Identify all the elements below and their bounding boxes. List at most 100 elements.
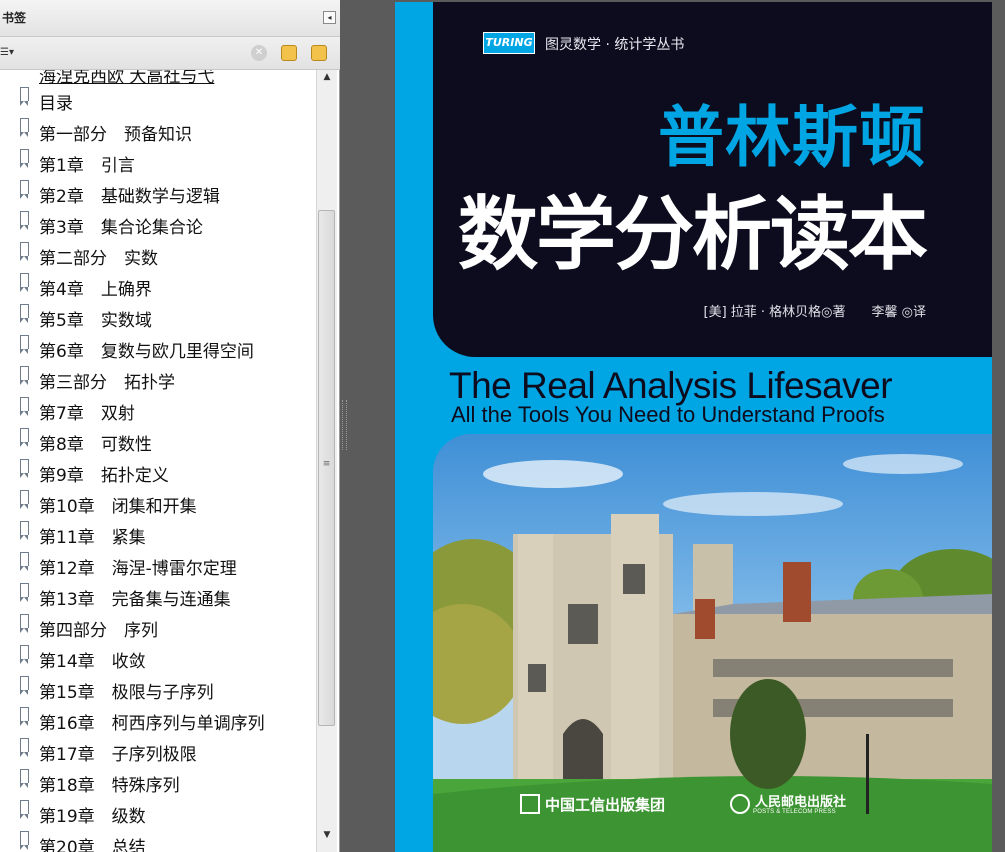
bookmark-label: 第6章 复数与欧几里得空间 xyxy=(39,342,254,362)
bookmark-icon xyxy=(20,707,29,726)
bookmark-label: 第二部分 实数 xyxy=(39,249,158,269)
bookmark-item[interactable]: 第1章 引言 xyxy=(0,147,316,178)
bookmark-item[interactable]: 第5章 实数域 xyxy=(0,302,316,333)
bookmark-icon xyxy=(20,738,29,757)
bookmark-label: 第4章 上确界 xyxy=(39,280,152,300)
options-menu-button[interactable]: ☰▾ xyxy=(0,46,22,60)
bookmark-icon xyxy=(20,521,29,540)
bookmark-label: 第5章 实数域 xyxy=(39,311,152,331)
grip-icon: ≡ xyxy=(322,459,331,469)
bookmark-icon xyxy=(20,583,29,602)
bookmark-icon xyxy=(20,366,29,385)
panel-header: 书签 ◂ xyxy=(0,0,340,37)
bookmark-label: 第8章 可数性 xyxy=(39,435,152,455)
bookmark-icon xyxy=(20,273,29,292)
bookmark-item[interactable]: 第19章 级数 xyxy=(0,798,316,829)
bookmark-icon xyxy=(20,552,29,571)
bookmark-label: 第三部分 拓扑学 xyxy=(39,373,175,393)
bookmark-label: 第2章 基础数学与逻辑 xyxy=(39,187,220,207)
bookmark-icon xyxy=(20,180,29,199)
campus-photo xyxy=(433,434,992,852)
bookmarks-panel: 书签 ◂ ☰▾ ✕ 海涅克西欧 大高社与弋 目录 第一部分 预备知识 第1章 引言第… xyxy=(0,0,340,852)
bookmark-label: 第一部分 预备知识 xyxy=(39,125,192,145)
bookmark-item[interactable]: 第一部分 预备知识 xyxy=(0,116,316,147)
splitter-grip-icon xyxy=(342,400,347,450)
bookmark-item[interactable]: 第15章 极限与子序列 xyxy=(0,674,316,705)
series-name: 图灵数学 · 统计学丛书 xyxy=(545,37,685,53)
document-page: TURING 图灵数学 · 统计学丛书 普林斯顿 数学分析读本 [美] 拉菲 ·… xyxy=(395,2,992,852)
bookmark-label: 第11章 紧集 xyxy=(39,528,146,548)
bookmark-label: 第16章 柯西序列与单调序列 xyxy=(39,714,265,734)
panel-title: 书签 xyxy=(2,11,27,25)
bookmark-icon xyxy=(20,87,29,106)
bookmark-icon xyxy=(20,118,29,137)
ptpress-logo-icon xyxy=(730,794,750,814)
bookmark-label: 第四部分 序列 xyxy=(39,621,158,641)
bookmark-icon xyxy=(20,459,29,478)
bookmark-icon xyxy=(20,800,29,819)
bookmark-icon xyxy=(20,831,29,850)
bookmark-label: 目录 xyxy=(39,94,73,114)
bookmark-icon xyxy=(20,335,29,354)
bookmark-label: 第7章 双射 xyxy=(39,404,135,424)
english-title: The Real Analysis Lifesaver xyxy=(449,365,893,406)
bookmark-label: 第9章 拓扑定义 xyxy=(39,466,169,486)
scroll-up-arrow-icon[interactable]: ▲ xyxy=(317,72,337,88)
bookmark-label: 第19章 级数 xyxy=(39,807,146,827)
bookmark-label: 第18章 特殊序列 xyxy=(39,776,180,796)
delete-icon[interactable]: ✕ xyxy=(251,45,267,61)
new-bookmark-icon[interactable] xyxy=(281,45,297,61)
bookmark-item[interactable]: 目录 xyxy=(0,85,316,116)
bookmark-item[interactable]: 第9章 拓扑定义 xyxy=(0,457,316,488)
bookmark-icon xyxy=(20,242,29,261)
scrollbar[interactable]: ▲ ≡ ▼ xyxy=(316,70,337,852)
bookmark-icon xyxy=(20,428,29,447)
publisher-name: 人民邮电出版社 xyxy=(755,795,847,810)
bookmark-item[interactable]: 第二部分 实数 xyxy=(0,240,316,271)
bookmark-label: 第14章 收敛 xyxy=(39,652,146,672)
expand-bookmark-icon[interactable] xyxy=(311,45,327,61)
collapse-panel-button[interactable]: ◂ xyxy=(323,11,336,24)
publisher-name-en: POSTS & TELECOM PRESS xyxy=(753,809,836,815)
bookmark-label: 第13章 完备集与连通集 xyxy=(39,590,231,610)
bookmark-icon xyxy=(20,149,29,168)
bookmark-label: 第3章 集合论集合论 xyxy=(39,218,203,238)
bookmark-item[interactable]: 第14章 收敛 xyxy=(0,643,316,674)
bookmark-item[interactable]: 第8章 可数性 xyxy=(0,426,316,457)
bookmark-label: 第15章 极限与子序列 xyxy=(39,683,214,703)
scroll-thumb[interactable]: ≡ xyxy=(318,210,335,726)
bookmark-label: 第1章 引言 xyxy=(39,156,135,176)
cptg-logo-icon xyxy=(520,794,540,814)
bookmark-icon xyxy=(20,676,29,695)
bookmark-item[interactable]: 第16章 柯西序列与单调序列 xyxy=(0,705,316,736)
bookmark-item[interactable]: 第三部分 拓扑学 xyxy=(0,364,316,395)
bookmark-item[interactable]: 第3章 集合论集合论 xyxy=(0,209,316,240)
bookmark-item[interactable]: 第13章 完备集与连通集 xyxy=(0,581,316,612)
bookmark-label: 第12章 海涅-博雷尔定理 xyxy=(39,559,237,579)
bookmark-item[interactable]: 第10章 闭集和开集 xyxy=(0,488,316,519)
english-subtitle: All the Tools You Need to Understand Pro… xyxy=(451,402,885,427)
bookmark-label: 第10章 闭集和开集 xyxy=(39,497,197,517)
bookmark-item[interactable]: 第2章 基础数学与逻辑 xyxy=(0,178,316,209)
bookmark-icon xyxy=(20,490,29,509)
bookmark-list: 海涅克西欧 大高社与弋 目录 第一部分 预备知识 第1章 引言 第2章 基础数学与逻辑… xyxy=(0,70,316,852)
cover-title-line1: 普林斯顿 xyxy=(658,99,926,176)
bookmark-item[interactable]: 第20章 总结 xyxy=(0,829,316,852)
bookmark-item[interactable]: 第12章 海涅-博雷尔定理 xyxy=(0,550,316,581)
bookmark-icon xyxy=(20,614,29,633)
panel-splitter[interactable] xyxy=(340,0,348,852)
cover-title-line2: 数学分析读本 xyxy=(458,187,928,281)
bookmark-item[interactable]: 第四部分 序列 xyxy=(0,612,316,643)
bookmark-item[interactable]: 第11章 紧集 xyxy=(0,519,316,550)
bookmark-item[interactable]: 第18章 特殊序列 xyxy=(0,767,316,798)
bookmark-item[interactable]: 第7章 双射 xyxy=(0,395,316,426)
bookmark-label: 第20章 总结 xyxy=(39,838,146,852)
bookmark-item[interactable]: 第6章 复数与欧几里得空间 xyxy=(0,333,316,364)
bookmark-item[interactable]: 第4章 上确界 xyxy=(0,271,316,302)
bookmark-icon xyxy=(20,211,29,230)
bookmark-icon xyxy=(20,397,29,416)
bookmark-icon xyxy=(20,304,29,323)
bookmark-item[interactable]: 第17章 子序列极限 xyxy=(0,736,316,767)
scroll-down-arrow-icon[interactable]: ▼ xyxy=(317,830,337,846)
bookmark-label: 第17章 子序列极限 xyxy=(39,745,197,765)
